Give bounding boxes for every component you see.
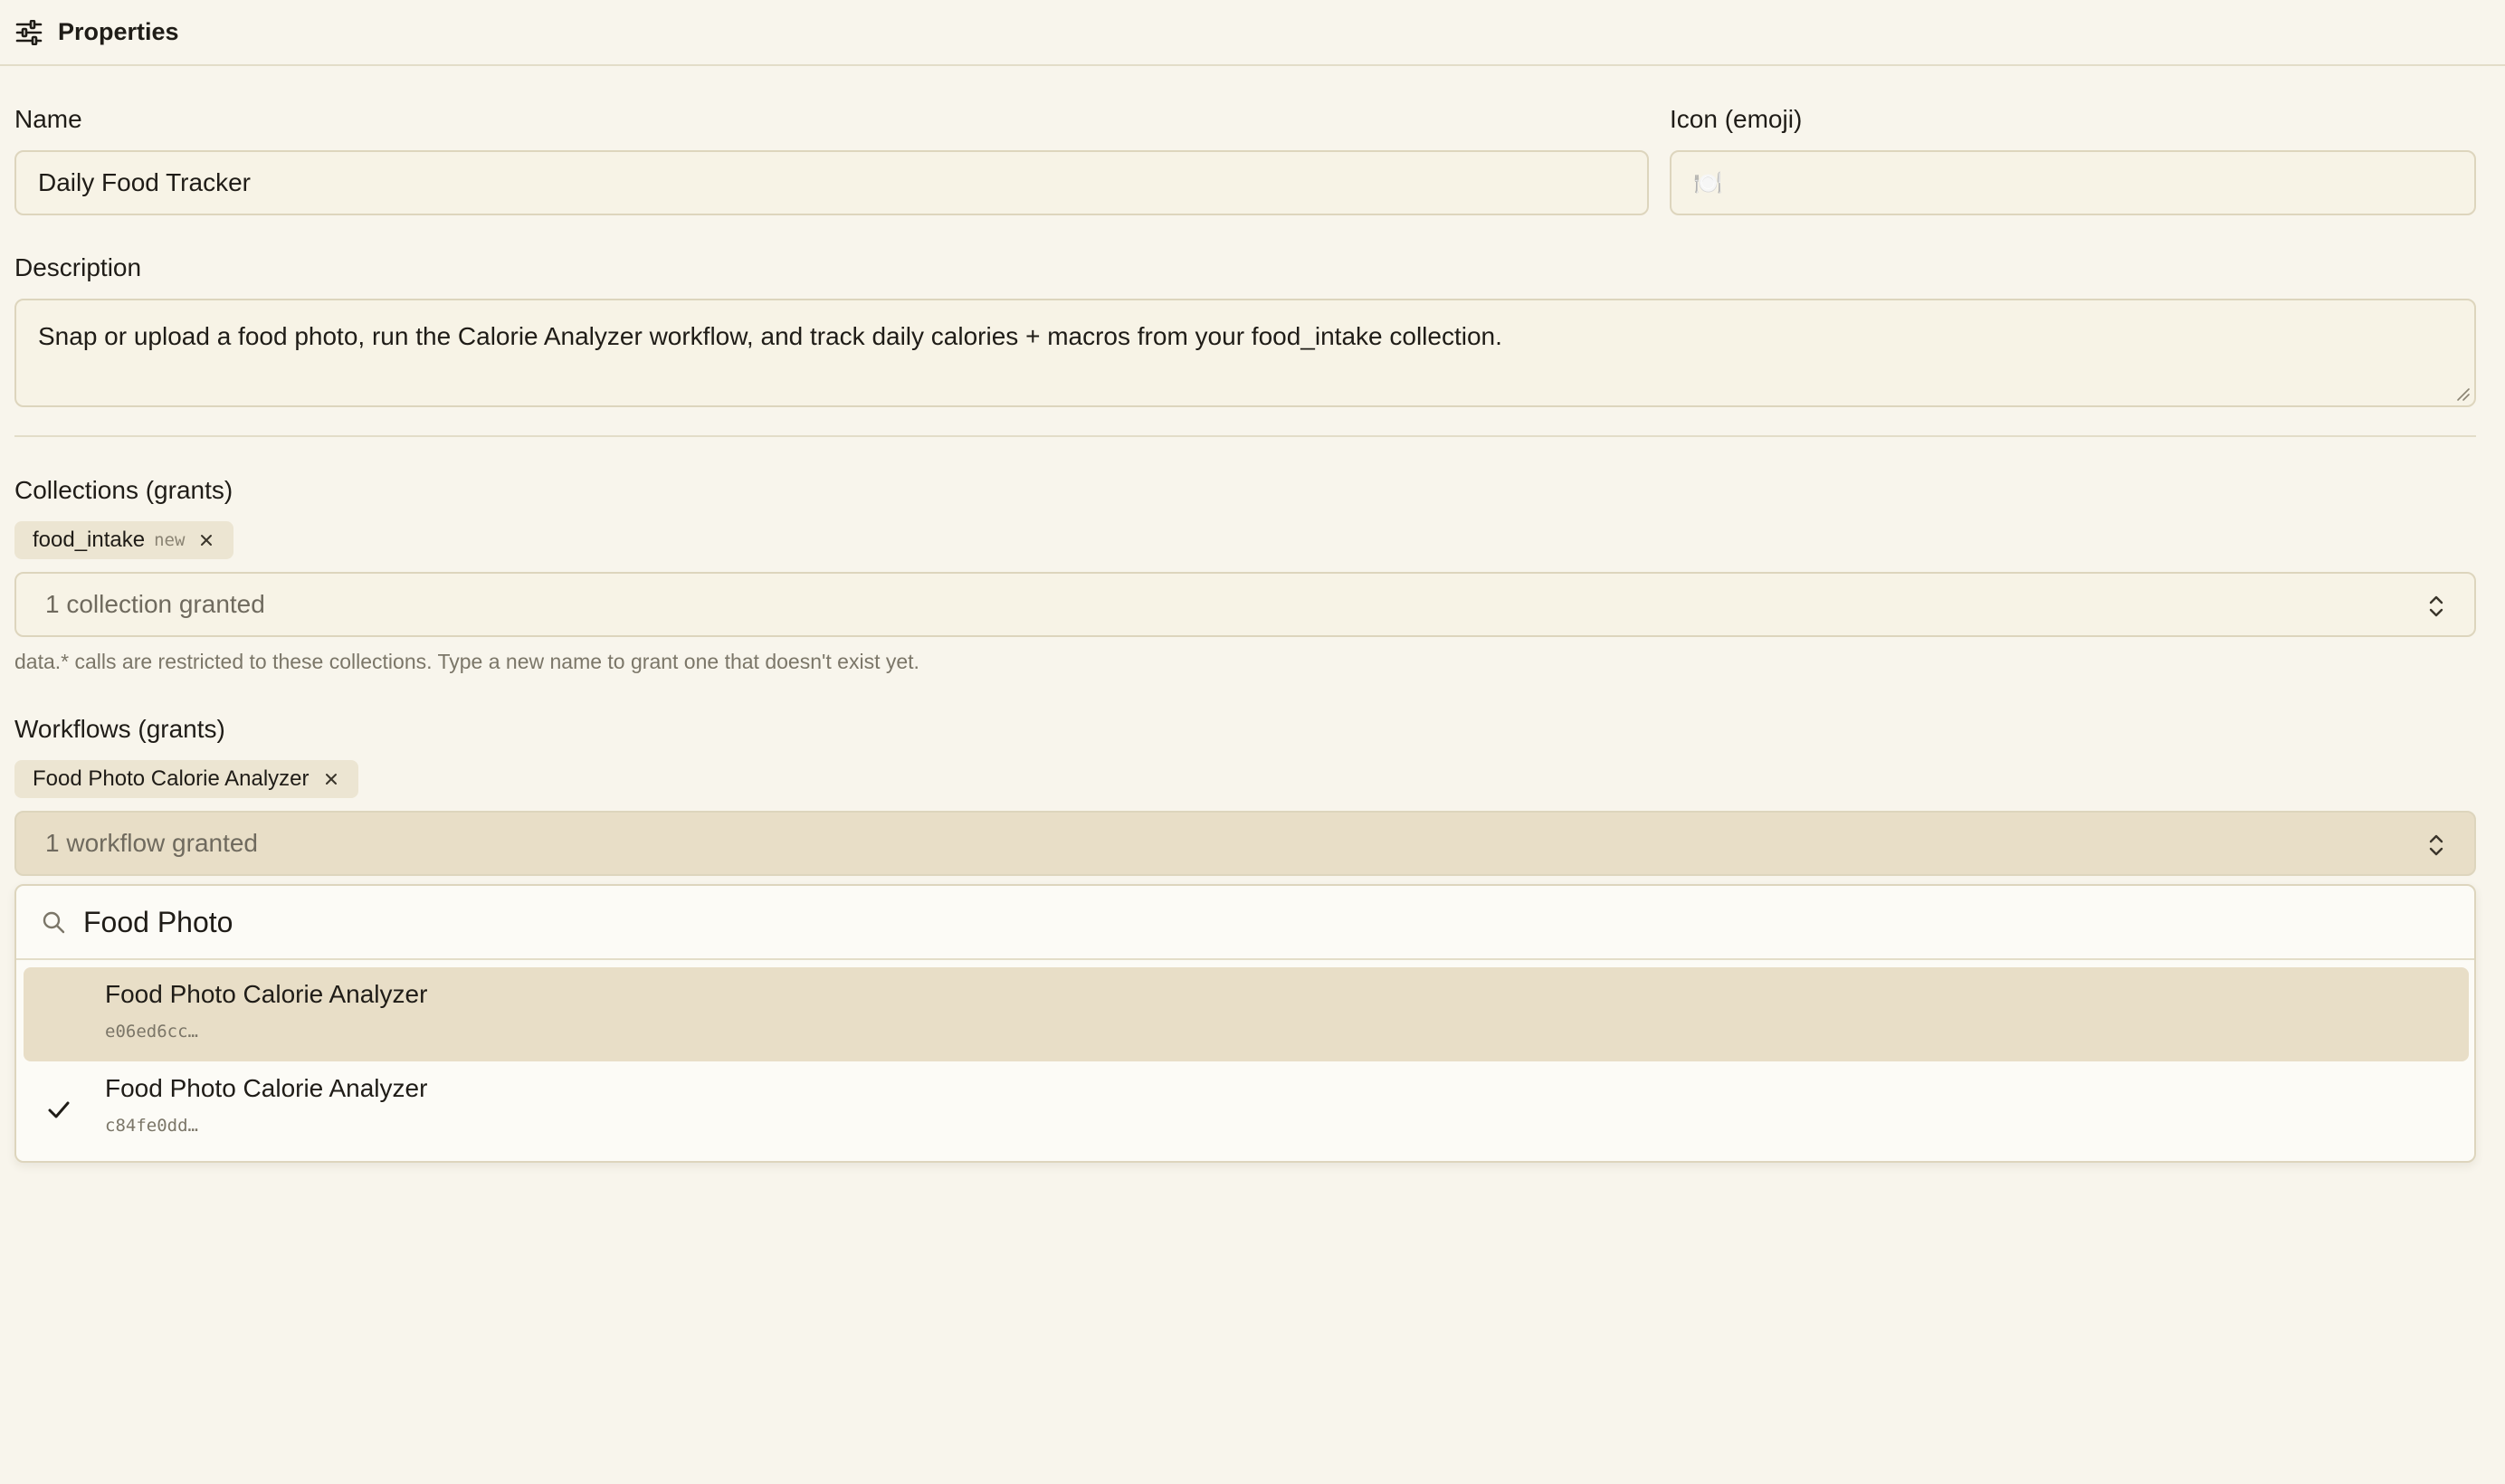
collections-select[interactable]: 1 collection granted (14, 572, 2476, 637)
collection-chip: food_intake new (14, 521, 234, 559)
sliders-icon (14, 18, 43, 47)
workflows-label: Workflows (grants) (14, 715, 225, 743)
remove-chip-icon[interactable] (197, 531, 215, 549)
workflow-chip-name: Food Photo Calorie Analyzer (33, 766, 310, 791)
section-divider (14, 435, 2476, 437)
workflow-search-input[interactable]: Food Photo (83, 906, 233, 939)
workflow-dropdown: Food Photo Food Photo Calorie Analyzer e… (14, 884, 2476, 1163)
icon-input[interactable]: 🍽️ (1670, 150, 2476, 215)
name-label: Name (14, 105, 82, 133)
properties-header: Properties (0, 0, 2505, 66)
panel-title: Properties (58, 18, 179, 45)
collection-chip-tag: new (154, 530, 186, 550)
workflow-chip: Food Photo Calorie Analyzer (14, 760, 358, 798)
description-textarea[interactable]: Snap or upload a food photo, run the Cal… (14, 299, 2476, 407)
collections-hint: data.* calls are restricted to these col… (14, 650, 919, 673)
name-input[interactable]: Daily Food Tracker (14, 150, 1649, 215)
remove-chip-icon[interactable] (322, 770, 340, 788)
check-icon (48, 1101, 70, 1118)
icon-label: Icon (emoji) (1670, 105, 1803, 133)
search-icon (42, 909, 67, 935)
collections-label: Collections (grants) (14, 476, 233, 504)
workflows-select-value: 1 workflow granted (45, 829, 259, 857)
workflow-option[interactable]: Food Photo Calorie Analyzer e06ed6cc… (24, 967, 2469, 1061)
workflow-option-id: c84fe0dd… (105, 1116, 198, 1136)
description-label: Description (14, 253, 142, 281)
workflow-search[interactable]: Food Photo (16, 886, 2474, 960)
description-text: Snap or upload a food photo, run the Cal… (38, 322, 1502, 350)
collection-chip-name: food_intake (33, 528, 146, 552)
collections-select-value: 1 collection granted (45, 590, 265, 618)
workflows-select[interactable]: 1 workflow granted (14, 811, 2476, 876)
chevron-up-down-icon (2429, 595, 2443, 617)
workflow-option[interactable]: Food Photo Calorie Analyzer c84fe0dd… (24, 1061, 2469, 1156)
workflow-option-name: Food Photo Calorie Analyzer (105, 980, 428, 1008)
workflow-option-id: e06ed6cc… (105, 1022, 198, 1042)
resize-grip-icon[interactable] (2454, 385, 2471, 402)
workflow-option-name: Food Photo Calorie Analyzer (105, 1074, 428, 1102)
chevron-up-down-icon (2429, 834, 2443, 856)
